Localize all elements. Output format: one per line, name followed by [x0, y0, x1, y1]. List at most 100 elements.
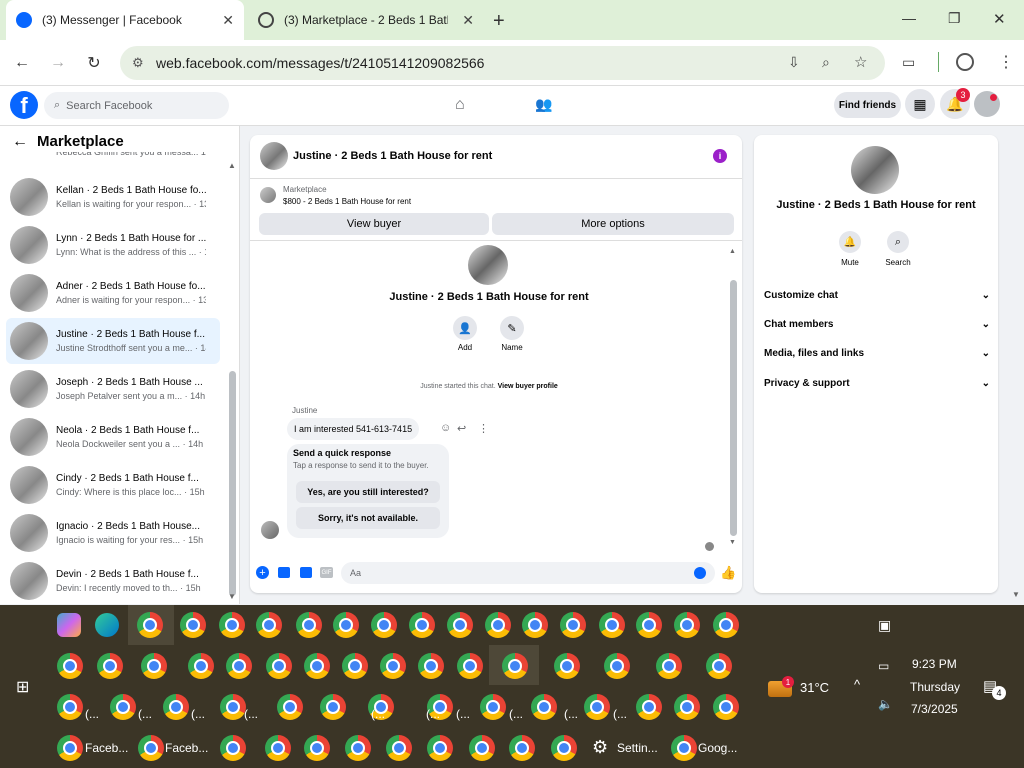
- scroll-up-icon[interactable]: ▲: [228, 161, 236, 170]
- chrome-taskbar-icon[interactable]: [554, 653, 580, 679]
- emoji-icon[interactable]: [694, 567, 706, 579]
- chrome-taskbar-icon[interactable]: [599, 612, 625, 638]
- tab-marketplace[interactable]: (3) Marketplace - 2 Beds 1 Bath ✕: [248, 0, 484, 40]
- menu-grid-icon[interactable]: ▦: [905, 89, 935, 119]
- restore-icon[interactable]: ❐: [948, 10, 961, 27]
- search-input[interactable]: ⌕ Search Facebook: [44, 92, 229, 119]
- minimize-icon[interactable]: —: [902, 10, 916, 26]
- chat-title[interactable]: Justine · 2 Beds 1 Bath House for rent: [293, 150, 492, 162]
- site-info-icon[interactable]: ⚙: [132, 55, 144, 71]
- chrome-taskbar-icon[interactable]: [371, 612, 397, 638]
- chrome-taskbar-icon[interactable]: [320, 694, 346, 720]
- address-bar[interactable]: ⚙ web.facebook.com/messages/t/2410514120…: [120, 46, 885, 80]
- more-icon[interactable]: ⋮: [478, 422, 489, 435]
- chrome-facebook-task[interactable]: [57, 737, 77, 757]
- chat-members-section[interactable]: Chat members ⌄: [764, 314, 990, 334]
- like-icon[interactable]: 👍: [720, 565, 736, 581]
- friends-icon[interactable]: 👥: [535, 96, 552, 113]
- chrome-taskbar-icon[interactable]: [188, 653, 214, 679]
- conversation-item[interactable]: Lynn · 2 Beds 1 Bath House for ... Lynn: …: [6, 222, 220, 268]
- chrome-taskbar-icon[interactable]: [409, 612, 435, 638]
- chrome-taskbar-icon[interactable]: [706, 653, 732, 679]
- chrome-taskbar-icon[interactable]: [110, 694, 136, 720]
- plus-actions-icon[interactable]: +: [256, 566, 269, 579]
- chrome-taskbar-icon[interactable]: [163, 694, 189, 720]
- chrome-taskbar-icon[interactable]: [656, 653, 682, 679]
- chrome-taskbar-icon[interactable]: [457, 653, 483, 679]
- start-icon[interactable]: ⊞: [16, 677, 29, 697]
- scroll-down-icon[interactable]: ▼: [228, 592, 236, 601]
- chrome-taskbar-icon[interactable]: [636, 612, 662, 638]
- chrome-taskbar-icon[interactable]: [522, 612, 548, 638]
- view-buyer-profile-link[interactable]: View buyer profile: [498, 383, 558, 390]
- close-tab-icon[interactable]: ✕: [462, 12, 474, 29]
- chrome-taskbar-icon[interactable]: [604, 653, 630, 679]
- chrome-taskbar-icon[interactable]: [141, 653, 167, 679]
- conversation-item[interactable]: Kellan · 2 Beds 1 Bath House fo... Kellan…: [6, 174, 220, 220]
- message-bubble[interactable]: I am interested 541-613-7415: [287, 418, 420, 440]
- chrome-taskbar-icon[interactable]: [180, 612, 206, 638]
- scrollbar-thumb[interactable]: [229, 371, 236, 596]
- settings-gear-icon[interactable]: ⚙: [592, 737, 608, 758]
- clock-time[interactable]: 9:23 PM: [912, 657, 957, 671]
- chrome-taskbar-icon[interactable]: [584, 694, 610, 720]
- conversation-item[interactable]: Justine · 2 Beds 1 Bath House f... Justin…: [6, 318, 220, 364]
- conversation-item[interactable]: Joseph · 2 Beds 1 Bath House ... Joseph P…: [6, 366, 220, 412]
- add-friend-icon[interactable]: 👤: [453, 316, 477, 340]
- chrome-taskbar-icon[interactable]: [636, 694, 662, 720]
- find-friends-button[interactable]: Find friends: [834, 92, 901, 118]
- chrome-taskbar-icon[interactable]: [502, 653, 528, 679]
- search-icon[interactable]: ⌕: [887, 231, 909, 253]
- chrome-taskbar-icon[interactable]: [509, 735, 535, 761]
- reload-icon[interactable]: ↻: [82, 51, 106, 75]
- scroll-down-icon[interactable]: ▼: [729, 539, 736, 546]
- bookmark-star-icon[interactable]: ☆: [854, 53, 867, 71]
- chrome-taskbar-icon[interactable]: [57, 694, 83, 720]
- conversation-item[interactable]: Cindy · 2 Beds 1 Bath House f... Cindy: W…: [6, 462, 220, 508]
- chrome-taskbar-icon[interactable]: [418, 653, 444, 679]
- tray-overflow-icon[interactable]: ^: [854, 677, 860, 692]
- media-files-links-section[interactable]: Media, files and links ⌄: [764, 343, 990, 363]
- install-app-icon[interactable]: ⇩: [788, 54, 800, 71]
- chrome-taskbar-icon[interactable]: [674, 694, 700, 720]
- tab-messenger[interactable]: (3) Messenger | Facebook ✕: [6, 0, 244, 40]
- chrome-taskbar-icon[interactable]: [256, 612, 282, 638]
- browser-menu-icon[interactable]: ⋮: [998, 52, 1014, 72]
- network-icon[interactable]: ▭: [878, 659, 889, 673]
- back-arrow-icon[interactable]: ←: [12, 133, 28, 151]
- chrome-taskbar-icon[interactable]: [713, 694, 739, 720]
- chrome-taskbar-icon[interactable]: [277, 694, 303, 720]
- close-tab-icon[interactable]: ✕: [222, 12, 234, 29]
- forward-icon[interactable]: →: [46, 51, 70, 75]
- page-scroll-down-icon[interactable]: ▼: [1012, 590, 1020, 599]
- conversation-item[interactable]: Neola · 2 Beds 1 Bath House f... Neola Do…: [6, 414, 220, 460]
- chat-avatar[interactable]: [260, 142, 288, 170]
- chrome-taskbar-icon[interactable]: [220, 735, 246, 761]
- privacy-support-section[interactable]: Privacy & support ⌄: [764, 373, 990, 393]
- gif-icon[interactable]: GIF: [320, 567, 333, 578]
- chrome-taskbar-icon[interactable]: [266, 653, 292, 679]
- chrome-taskbar-icon[interactable]: [447, 612, 473, 638]
- reply-icon[interactable]: ↩: [457, 422, 466, 435]
- chrome-taskbar-icon[interactable]: [674, 612, 700, 638]
- chrome-taskbar-icon[interactable]: [226, 653, 252, 679]
- home-icon[interactable]: ⌂: [455, 96, 465, 114]
- photo-icon[interactable]: [278, 567, 290, 578]
- chrome-taskbar-icon[interactable]: [304, 735, 330, 761]
- volume-icon[interactable]: 🔈: [878, 697, 893, 711]
- scrollbar-thumb[interactable]: [730, 280, 737, 536]
- chrome-taskbar-icon[interactable]: [480, 694, 506, 720]
- edit-name-icon[interactable]: ✎: [500, 316, 524, 340]
- weather-temp[interactable]: 31°C: [800, 680, 829, 695]
- chrome-taskbar-icon[interactable]: [671, 735, 697, 761]
- meet-now-icon[interactable]: ▣: [878, 617, 891, 634]
- chrome-taskbar-icon[interactable]: [560, 612, 586, 638]
- conversation-item[interactable]: Adner · 2 Beds 1 Bath House fo... Adner i…: [6, 270, 220, 316]
- profile-icon[interactable]: [956, 53, 974, 71]
- info-icon[interactable]: i: [713, 149, 727, 163]
- listing-text[interactable]: $800 - 2 Beds 1 Bath House for rent: [283, 197, 411, 206]
- chrome-taskbar-icon[interactable]: [333, 612, 359, 638]
- chrome-taskbar-icon[interactable]: [713, 612, 739, 638]
- new-tab-icon[interactable]: +: [493, 10, 505, 33]
- customize-chat-section[interactable]: Customize chat ⌄: [764, 285, 990, 305]
